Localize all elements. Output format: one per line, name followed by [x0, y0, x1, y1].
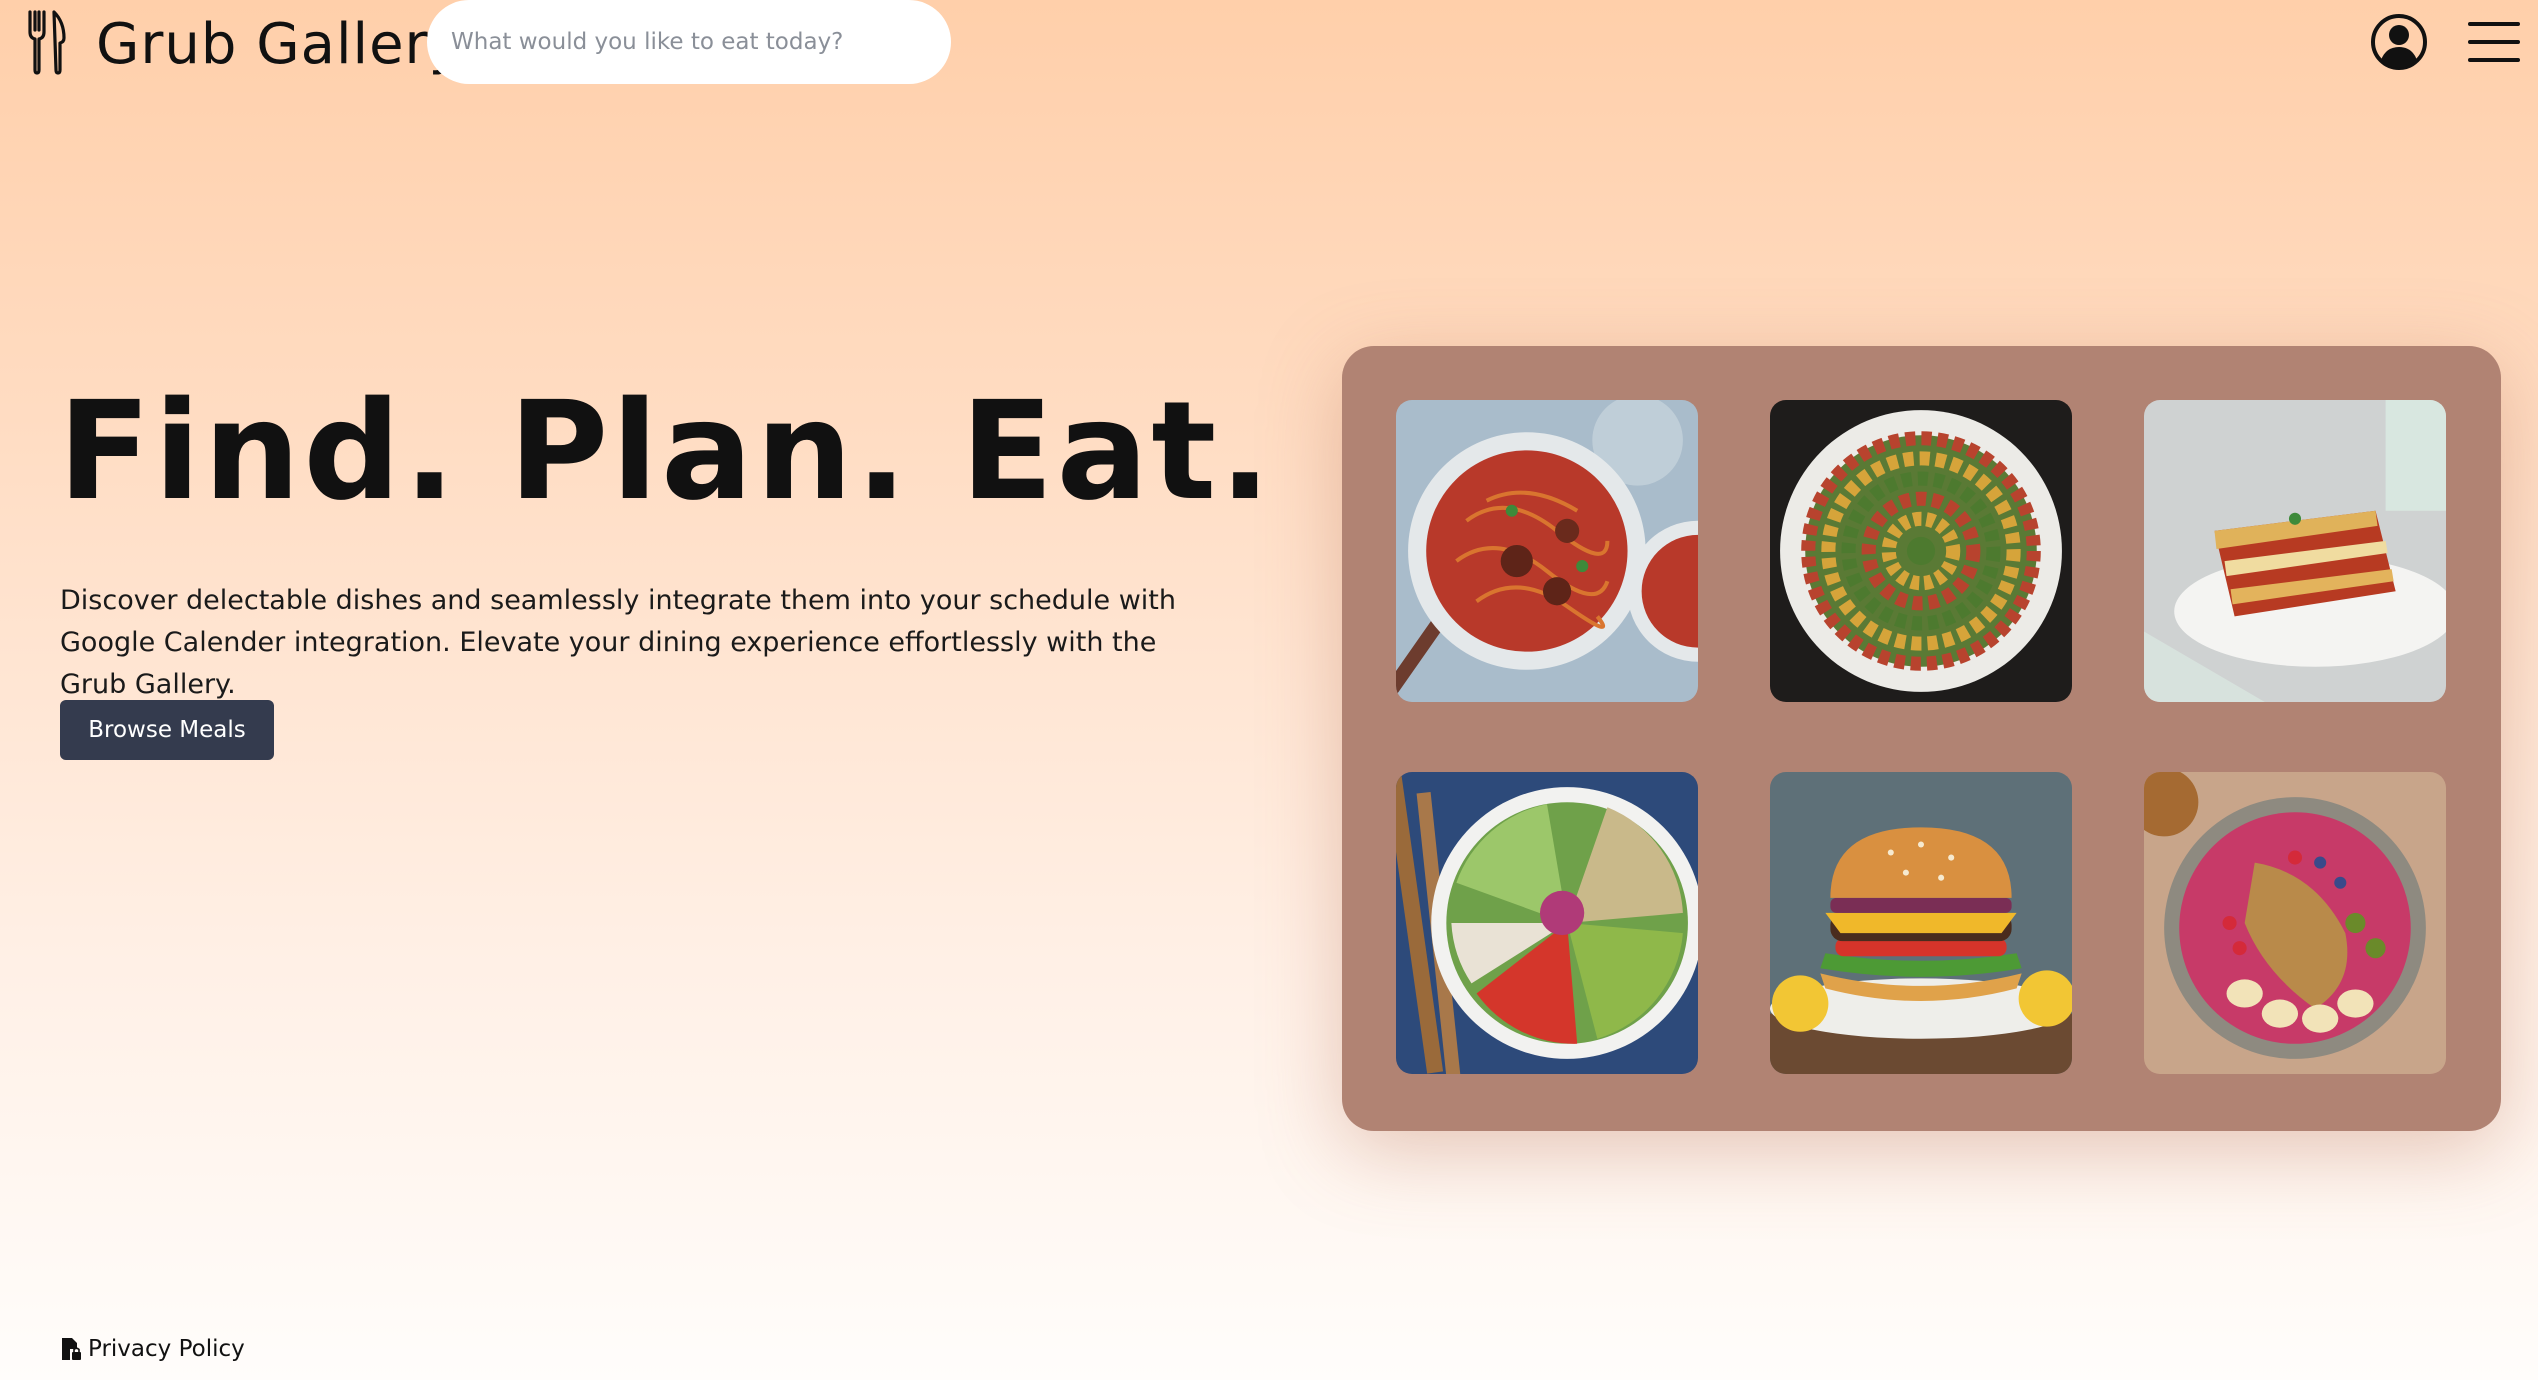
brand-title: Grub Gallery — [96, 12, 463, 77]
fork-knife-icon — [28, 10, 66, 75]
hero-headline: Find. Plan. Eat. — [58, 373, 1274, 531]
privacy-policy-label: Privacy Policy — [88, 1336, 245, 1362]
document-lock-icon — [62, 1338, 81, 1360]
meal-image-smoothie-bowl[interactable] — [2144, 772, 2446, 1074]
profile-icon[interactable] — [2370, 13, 2428, 71]
meal-image-ratatouille[interactable] — [1770, 400, 2072, 702]
hero-description: Discover delectable dishes and seamlessl… — [60, 585, 1176, 700]
meal-image-lasagna[interactable] — [2144, 400, 2446, 702]
meal-image-spaghetti-meatballs[interactable] — [1396, 400, 1698, 702]
meal-gallery — [1342, 346, 2501, 1131]
hamburger-menu-icon[interactable] — [2468, 20, 2520, 64]
browse-meals-button[interactable]: Browse Meals — [60, 700, 274, 760]
meal-image-chicken-salad-bowl[interactable] — [1396, 772, 1698, 1074]
top-bar: Grub Gallery — [0, 0, 2538, 84]
search-input[interactable] — [427, 0, 951, 84]
privacy-policy-link[interactable]: Privacy Policy — [60, 1336, 245, 1362]
meal-image-cheeseburger[interactable] — [1770, 772, 2072, 1074]
